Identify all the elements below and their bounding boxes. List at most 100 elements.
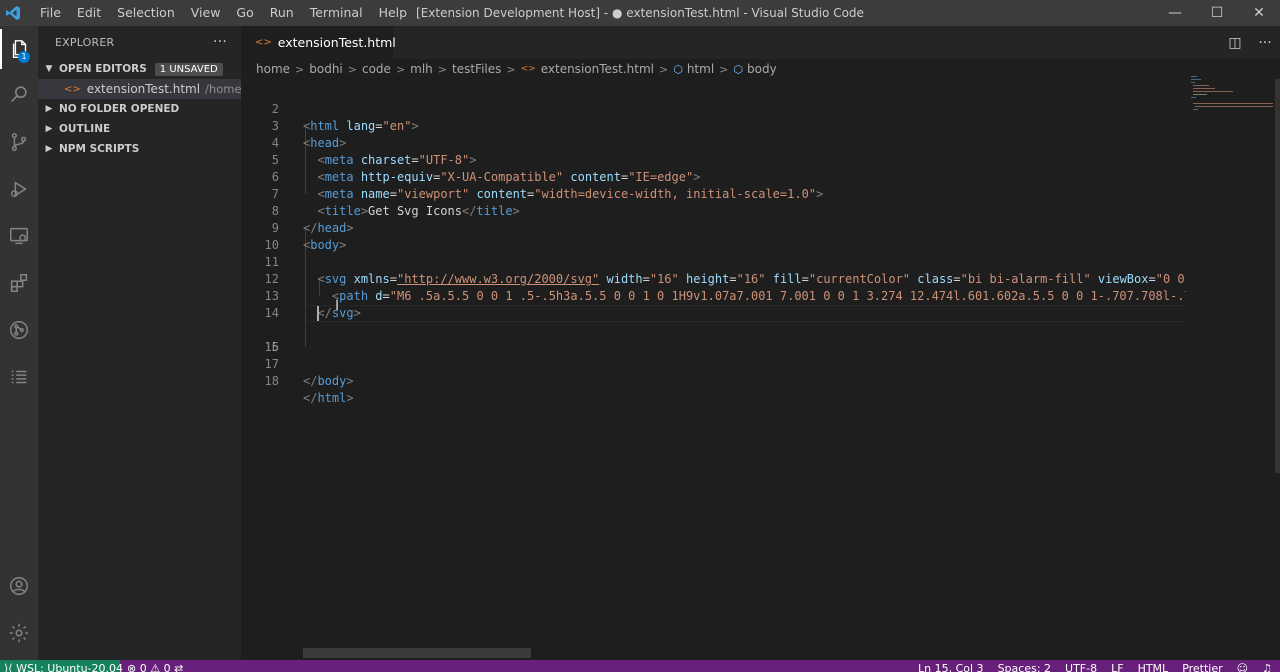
breadcrumb: home > bodhi > code > mlh > testFiles > <> ext… (241, 59, 1280, 79)
minimize-button[interactable]: — (1154, 0, 1196, 26)
outline-label: OUTLINE (59, 123, 111, 135)
status-bar: ⟩⟨ WSL: Ubuntu-20.04 ⊗ 0 ⚠ 0 ⇄ Ln 15, Co… (0, 660, 1280, 672)
chevron-down-icon: ▼ (45, 64, 53, 74)
code-line: 6 <meta name="viewport" content="width=d… (241, 152, 1186, 201)
breadcrumb-code[interactable]: code (362, 62, 391, 76)
code-line: 7 <title>Get Svg Icons</title> (241, 169, 1186, 218)
open-editors-label: OPEN EDITORS (59, 63, 147, 75)
minimap[interactable] (1191, 76, 1273, 116)
menu-run[interactable]: Run (262, 0, 302, 26)
text-cursor (317, 306, 319, 321)
horizontal-scrollbar[interactable] (303, 648, 531, 658)
breadcrumb-testfiles[interactable]: testFiles (452, 62, 501, 76)
status-left: ⊗ 0 ⚠ 0 ⇄ (127, 660, 183, 672)
files-icon[interactable]: 1 (0, 29, 38, 69)
chevron-right-icon: > (506, 62, 516, 76)
chevron-right-icon: > (295, 62, 305, 76)
settings-gear-icon[interactable] (0, 613, 38, 653)
breadcrumb-mlh[interactable]: mlh (410, 62, 433, 76)
breadcrumb-bodhi[interactable]: bodhi (309, 62, 343, 76)
breadcrumb-file[interactable]: extensionTest.html (541, 62, 654, 76)
editor-actions: ◫ ··· (1220, 26, 1280, 59)
open-editor-filename: extensionTest.html (86, 82, 201, 96)
explorer-badge: 1 (18, 51, 30, 63)
more-actions-button[interactable]: ··· (213, 34, 227, 50)
vscode-logo-icon (2, 0, 24, 26)
chevron-right-icon: > (437, 62, 448, 76)
run-debug-icon[interactable] (0, 169, 38, 209)
npm-scripts-section[interactable]: ▶ NPM SCRIPTS (38, 139, 241, 159)
close-button[interactable]: ✕ (1238, 0, 1280, 26)
menu-edit[interactable]: Edit (69, 0, 109, 26)
gitlens-icon[interactable] (0, 310, 38, 350)
mouse-ibeam-cursor-icon: I (335, 298, 340, 314)
element-icon: ⬡ (733, 62, 743, 76)
live-share-icon[interactable]: ⇄ (174, 662, 183, 672)
menu-bar: File Edit Selection View Go Run Terminal… (32, 0, 415, 26)
breadcrumb-html[interactable]: html (687, 62, 714, 76)
code-line: 3 <head> (241, 101, 1186, 150)
chevron-right-icon: ▶ (45, 104, 53, 114)
tab-bar: <> extensionTest.html ◫ ··· (241, 26, 1280, 59)
remote-label: WSL: Ubuntu-20.04 (16, 662, 124, 672)
outline-section[interactable]: ▶ OUTLINE (38, 119, 241, 139)
unsaved-badge: 1 UNSAVED (154, 62, 223, 76)
breadcrumb-home[interactable]: home (256, 62, 290, 76)
window-controls: — ☐ ✕ (1154, 0, 1280, 26)
language-mode[interactable]: HTML (1138, 660, 1169, 672)
code-line: 16 (241, 322, 1186, 354)
explorer-title: EXPLORER (55, 36, 115, 49)
code-line: 8 </head> (241, 186, 1186, 235)
remote-explorer-icon[interactable] (0, 216, 38, 256)
code-line: 14 (241, 288, 1186, 320)
problems-indicator[interactable]: ⊗ 0 ⚠ 0 (127, 662, 171, 672)
remote-indicator[interactable]: ⟩⟨ WSL: Ubuntu-20.04 (0, 660, 124, 672)
menu-view[interactable]: View (183, 0, 229, 26)
html-file-icon: <> (520, 64, 536, 74)
menu-file[interactable]: File (32, 0, 69, 26)
editor-area: <> extensionTest.html ◫ ··· home > bodhi >… (241, 26, 1280, 660)
code-editor[interactable]: 2 <html lang="en"> 3 <head> 4 <meta char… (241, 84, 1186, 644)
menu-terminal[interactable]: Terminal (302, 0, 371, 26)
chevron-right-icon: > (347, 62, 357, 76)
encoding[interactable]: UTF-8 (1065, 660, 1097, 672)
open-editors-section[interactable]: ▼ OPEN EDITORS 1 UNSAVED (38, 59, 241, 79)
account-icon[interactable] (0, 566, 38, 606)
menu-go[interactable]: Go (228, 0, 261, 26)
cursor-position[interactable]: Ln 15, Col 3 (918, 660, 984, 672)
feedback-icon[interactable]: ☺ (1237, 660, 1248, 672)
current-line: 15 (241, 305, 1186, 354)
menu-selection[interactable]: Selection (109, 0, 183, 26)
maximize-button[interactable]: ☐ (1196, 0, 1238, 26)
html-file-icon: <> (255, 37, 272, 48)
more-actions-icon[interactable]: ··· (1250, 35, 1280, 51)
source-control-icon[interactable] (0, 122, 38, 162)
code-line: 9 <body> (241, 203, 1186, 252)
current-line-highlight (303, 305, 1186, 322)
tab-extensiontest-html[interactable]: <> extensionTest.html (241, 26, 396, 59)
no-folder-section[interactable]: ▶ NO FOLDER OPENED (38, 99, 241, 119)
formatter[interactable]: Prettier (1182, 660, 1222, 672)
end-of-line[interactable]: LF (1111, 660, 1123, 672)
breadcrumb-body[interactable]: body (747, 62, 777, 76)
indentation[interactable]: Spaces: 2 (998, 660, 1051, 672)
html-file-icon: <> (64, 83, 81, 95)
vertical-scrollbar[interactable] (1275, 79, 1280, 473)
code-line: 2 <html lang="en"> (241, 84, 1186, 133)
split-editor-icon[interactable]: ◫ (1220, 35, 1250, 51)
code-line: 5 <meta http-equiv="X-UA-Compatible" con… (241, 135, 1186, 184)
element-icon: ⬡ (673, 62, 683, 76)
extensions-icon[interactable] (0, 263, 38, 303)
chevron-right-icon: > (395, 62, 406, 76)
code-line: 18 </html> (241, 356, 1186, 405)
line-number: 18 (264, 374, 279, 388)
remote-icon: ⟩⟨ (4, 662, 17, 672)
code-line: 13 </svg> (241, 271, 1186, 320)
chevron-right-icon: > (719, 62, 729, 76)
notifications-bell-icon[interactable]: ♫ (1262, 660, 1272, 672)
menu-help[interactable]: Help (371, 0, 416, 26)
list-icon[interactable] (0, 357, 38, 397)
chevron-right-icon: ▶ (45, 144, 53, 154)
open-editor-item[interactable]: <> extensionTest.html /home/b... (38, 79, 241, 99)
search-icon[interactable] (0, 75, 38, 115)
